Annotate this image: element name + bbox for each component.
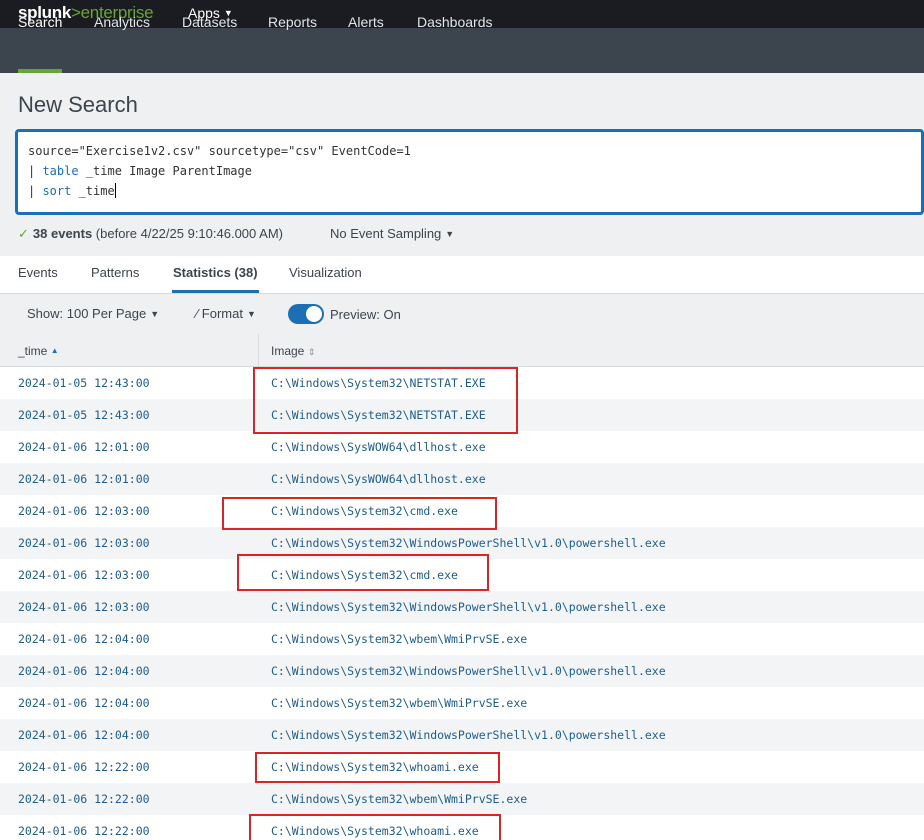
event-sampling-label: No Event Sampling — [330, 226, 442, 241]
query-pipe: | — [28, 164, 43, 178]
cell-time[interactable]: 2024-01-06 12:04:00 — [18, 696, 150, 710]
table-row: 2024-01-06 12:04:00 C:\Windows\System32\W… — [0, 719, 924, 751]
per-page-label: Show: 100 Per Page — [27, 306, 147, 321]
search-query-input[interactable]: source="Exercise1v2.csv" sourcetype="csv… — [15, 129, 924, 215]
caret-down-icon: ▼ — [150, 309, 160, 319]
event-summary: ✓ 38 events (before 4/22/25 9:10:46.000 A… — [18, 226, 283, 242]
active-tab-indicator — [172, 290, 259, 293]
column-header-time[interactable]: _time ▲ — [18, 344, 59, 358]
per-page-dropdown[interactable]: Show: 100 Per Page ▼ — [27, 306, 159, 321]
cell-time[interactable]: 2024-01-06 12:04:00 — [18, 664, 150, 678]
highlight-box — [253, 367, 518, 434]
table-row: 2024-01-06 12:03:00 C:\Windows\System32\W… — [0, 591, 924, 623]
preview-toggle[interactable] — [288, 304, 324, 324]
table-row: 2024-01-06 12:01:00 C:\Windows\SysWOW64\d… — [0, 463, 924, 495]
logo-separator: > — [71, 3, 81, 22]
nav-item-datasets[interactable]: Datasets — [182, 14, 237, 30]
cell-time[interactable]: 2024-01-06 12:03:00 — [18, 568, 150, 582]
event-count: 38 events — [32, 226, 93, 241]
cell-time[interactable]: 2024-01-06 12:03:00 — [18, 536, 150, 550]
cell-time[interactable]: 2024-01-06 12:04:00 — [18, 632, 150, 646]
nav-item-alerts[interactable]: Alerts — [348, 14, 384, 30]
caret-down-icon: ▼ — [246, 309, 256, 319]
sort-ascending-icon: ▲ — [50, 346, 59, 355]
query-line-1: source="Exercise1v2.csv" sourcetype="csv… — [28, 144, 411, 158]
caret-down-icon: ▼ — [445, 229, 455, 239]
highlight-box — [237, 554, 489, 591]
table-row: 2024-01-06 12:04:00 C:\Windows\System32\w… — [0, 687, 924, 719]
highlight-box — [249, 814, 501, 840]
search-query-text[interactable]: source="Exercise1v2.csv" sourcetype="csv… — [28, 141, 411, 201]
cell-image[interactable]: C:\Windows\System32\wbem\WmiPrvSE.exe — [271, 632, 527, 646]
column-label-image: Image — [271, 344, 305, 358]
format-dropdown[interactable]: ⁄ Format ▼ — [196, 306, 256, 321]
cell-time[interactable]: 2024-01-06 12:22:00 — [18, 824, 150, 838]
highlight-box — [222, 497, 497, 530]
brush-icon: ⁄ — [196, 306, 199, 321]
checkmark-icon: ✓ — [18, 226, 29, 241]
query-args-sort: _time — [71, 184, 115, 198]
tab-statistics[interactable]: Statistics (38) — [173, 265, 258, 280]
format-label: Format — [201, 306, 243, 321]
page-title: New Search — [18, 92, 138, 117]
table-row: 2024-01-06 12:01:00 C:\Windows\SysWOW64\d… — [0, 431, 924, 463]
preview-label: Preview: On — [330, 307, 401, 322]
query-command-table: table — [42, 164, 79, 178]
table-row: 2024-01-06 12:22:00 C:\Windows\System32\w… — [0, 783, 924, 815]
column-label-time: _time — [18, 344, 48, 358]
cell-time[interactable]: 2024-01-06 12:01:00 — [18, 440, 150, 454]
cell-time[interactable]: 2024-01-06 12:22:00 — [18, 792, 150, 806]
query-command-sort: sort — [42, 184, 72, 198]
app-nav-bar — [0, 28, 924, 73]
query-args-table: _time Image ParentImage — [78, 164, 252, 178]
cell-image[interactable]: C:\Windows\System32\WindowsPowerShell\v1… — [271, 664, 666, 678]
cell-time[interactable]: 2024-01-05 12:43:00 — [18, 408, 150, 422]
event-sampling-dropdown[interactable]: No Event Sampling ▼ — [330, 226, 454, 241]
nav-item-reports[interactable]: Reports — [268, 14, 317, 30]
highlight-box — [255, 752, 500, 783]
query-pipe: | — [28, 184, 43, 198]
event-time-detail: (before 4/22/25 9:10:46.000 AM) — [95, 226, 283, 241]
text-cursor — [114, 183, 116, 198]
tab-visualization[interactable]: Visualization — [289, 265, 362, 280]
table-row: 2024-01-06 12:04:00 C:\Windows\System32\w… — [0, 623, 924, 655]
cell-time[interactable]: 2024-01-06 12:04:00 — [18, 728, 150, 742]
cell-time[interactable]: 2024-01-06 12:03:00 — [18, 600, 150, 614]
sort-icon: ⇕ — [307, 347, 316, 357]
cell-image[interactable]: C:\Windows\SysWOW64\dllhost.exe — [271, 440, 486, 454]
nav-item-analytics[interactable]: Analytics — [94, 14, 150, 30]
cell-time[interactable]: 2024-01-06 12:22:00 — [18, 760, 150, 774]
cell-image[interactable]: C:\Windows\System32\WindowsPowerShell\v1… — [271, 600, 666, 614]
toggle-knob — [306, 306, 322, 322]
nav-item-dashboards[interactable]: Dashboards — [417, 14, 493, 30]
table-row: 2024-01-06 12:04:00 C:\Windows\System32\W… — [0, 655, 924, 687]
cell-image[interactable]: C:\Windows\System32\WindowsPowerShell\v1… — [271, 728, 666, 742]
tab-events[interactable]: Events — [18, 265, 58, 280]
nav-item-search[interactable]: Search — [18, 14, 62, 30]
cell-image[interactable]: C:\Windows\System32\wbem\WmiPrvSE.exe — [271, 696, 527, 710]
tab-patterns[interactable]: Patterns — [91, 265, 139, 280]
table-header — [0, 334, 924, 367]
cell-image[interactable]: C:\Windows\System32\WindowsPowerShell\v1… — [271, 536, 666, 550]
column-header-image[interactable]: Image ⇕ — [271, 344, 315, 358]
cell-time[interactable]: 2024-01-06 12:01:00 — [18, 472, 150, 486]
cell-image[interactable]: C:\Windows\System32\wbem\WmiPrvSE.exe — [271, 792, 527, 806]
cell-time[interactable]: 2024-01-06 12:03:00 — [18, 504, 150, 518]
column-divider[interactable] — [258, 334, 259, 367]
cell-time[interactable]: 2024-01-05 12:43:00 — [18, 376, 150, 390]
cell-image[interactable]: C:\Windows\SysWOW64\dllhost.exe — [271, 472, 486, 486]
